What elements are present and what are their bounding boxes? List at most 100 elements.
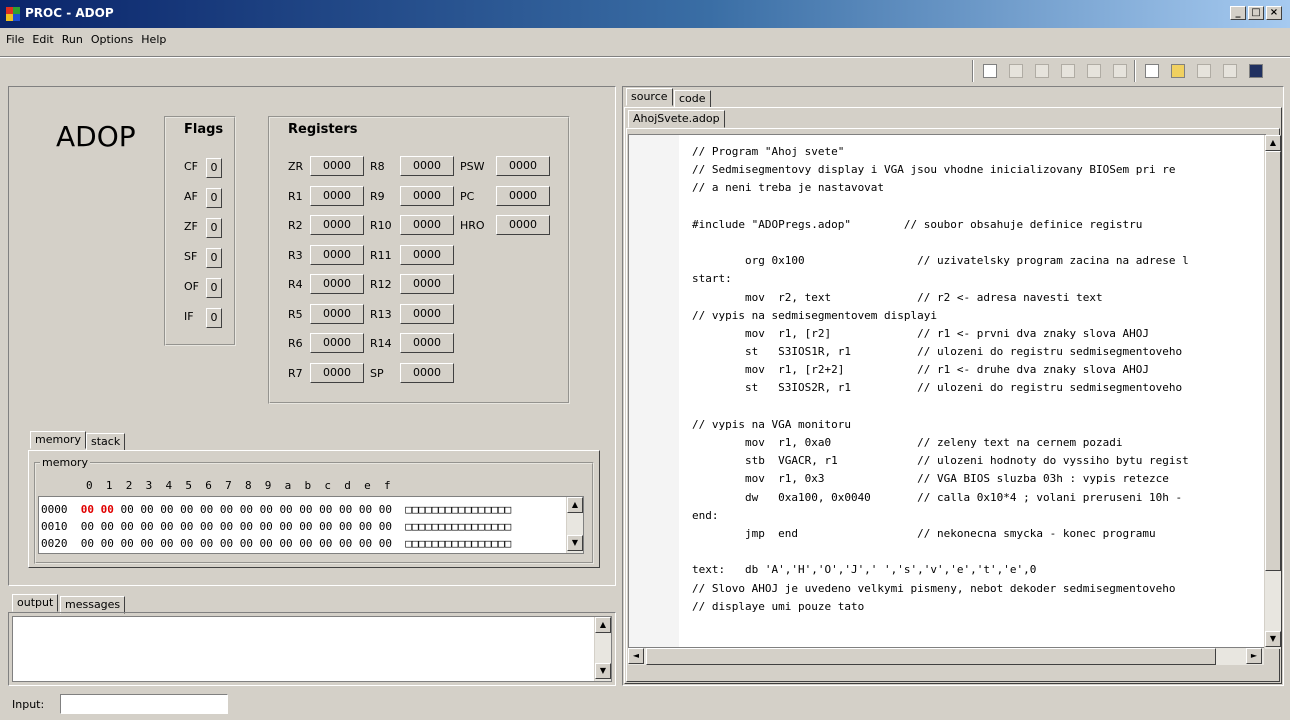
register-value-r7[interactable]: 0000 — [310, 362, 364, 383]
title-bar: PROC - ADOP _ □ × — [0, 0, 1290, 28]
source-line — [692, 398, 1189, 416]
output-area[interactable] — [12, 616, 612, 682]
save-disabled-icon[interactable] — [1192, 58, 1216, 84]
source-line: start: — [692, 272, 732, 286]
scroll-down-icon[interactable]: ▼ — [567, 535, 583, 551]
source-line: dw 0xa100, 0x0040 // calla 0x10*4 ; vola… — [692, 490, 1183, 504]
register-value-r14[interactable]: 0000 — [400, 333, 454, 353]
register-value-r2[interactable]: 0000 — [310, 215, 364, 235]
menu-file[interactable]: File — [6, 30, 24, 50]
menu-edit[interactable]: Edit — [32, 30, 53, 50]
tab-output[interactable]: output — [12, 594, 59, 612]
flag-value-of[interactable]: 0 — [206, 278, 222, 298]
source-line: mov r1, [r2+2] // r1 <- druhe dva znaky … — [692, 363, 1149, 377]
register-label: R10 — [370, 219, 392, 232]
step-icon[interactable] — [1004, 58, 1028, 84]
memory-address: 0010 — [41, 520, 68, 533]
memory-ascii: □□□□□□□□□□□□□□□□ — [405, 520, 512, 533]
flag-value-cf[interactable]: 0 — [206, 158, 222, 178]
flag-label: IF — [184, 310, 194, 323]
pause-icon[interactable] — [1056, 58, 1080, 84]
scroll-right-icon[interactable]: ► — [1246, 648, 1262, 664]
tab-source[interactable]: source — [626, 88, 673, 106]
new-file-icon[interactable] — [1140, 58, 1164, 84]
register-value-r6[interactable]: 0000 — [310, 333, 364, 353]
memory-scrollbar[interactable]: ▲ ▼ — [566, 497, 583, 553]
register-value-psw[interactable]: 0000 — [496, 156, 550, 176]
menu-options[interactable]: Options — [91, 30, 133, 50]
registers-title: Registers — [288, 122, 358, 137]
source-line: mov r1, 0x3 // VGA BIOS sluzba 03h : vyp… — [692, 472, 1169, 486]
register-label: R9 — [370, 189, 385, 203]
scroll-up-icon[interactable]: ▲ — [567, 497, 583, 513]
register-value-r11[interactable]: 0000 — [400, 244, 454, 265]
source-line: mov r2, text // r2 <- adresa navesti tex… — [692, 290, 1103, 304]
menu-run[interactable]: Run — [62, 30, 83, 50]
register-value-r13[interactable]: 0000 — [400, 303, 454, 324]
flags-group — [164, 116, 236, 346]
memory-group-title: memory — [40, 456, 90, 469]
source-line: stb VGACR, r1 // ulozeni hodnoty do vyss… — [692, 454, 1189, 468]
source-line — [692, 198, 1189, 216]
menu-help[interactable]: Help — [141, 30, 166, 50]
scroll-left-icon[interactable]: ◄ — [628, 648, 644, 664]
source-line — [692, 234, 1189, 252]
flag-label: AF — [184, 190, 198, 203]
register-value-hro[interactable]: 0000 — [496, 215, 550, 235]
register-value-r12[interactable]: 0000 — [400, 274, 454, 294]
register-value-r1[interactable]: 0000 — [310, 185, 364, 206]
run-icon[interactable] — [1030, 58, 1054, 84]
editor-hscrollbar[interactable]: ◄ ► — [628, 648, 1264, 665]
toolbar-separator — [972, 60, 974, 82]
source-line: // a neni treba je nastavovat — [692, 181, 885, 195]
register-label: R13 — [370, 307, 392, 321]
open-file-icon[interactable] — [978, 58, 1002, 84]
register-value-zr[interactable]: 0000 — [310, 156, 364, 176]
flag-value-af[interactable]: 0 — [206, 188, 222, 208]
input-field[interactable] — [60, 694, 228, 714]
flag-value-sf[interactable]: 0 — [206, 248, 222, 268]
register-value-r10[interactable]: 0000 — [400, 215, 454, 235]
register-value-r5[interactable]: 0000 — [310, 303, 364, 324]
load-icon[interactable] — [1166, 58, 1190, 84]
source-line: // displaye umi pouze tato — [692, 599, 865, 613]
minimize-button[interactable]: _ — [1230, 6, 1246, 20]
code-editor[interactable]: // Program "Ahoj svete" // Sedmisegmentov… — [628, 134, 1266, 648]
tab-memory[interactable]: memory — [30, 431, 86, 449]
maximize-button[interactable]: □ — [1248, 6, 1264, 20]
tab-stack[interactable]: stack — [86, 433, 126, 451]
register-value-r9[interactable]: 0000 — [400, 185, 454, 206]
flags-title: Flags — [184, 122, 224, 137]
reset-icon[interactable] — [1108, 58, 1132, 84]
hscroll-thumb[interactable] — [646, 648, 1216, 665]
register-value-r4[interactable]: 0000 — [310, 274, 364, 294]
source-line: st S3IOS2R, r1 // ulozeni do registru se… — [692, 381, 1183, 395]
scroll-down-icon[interactable]: ▼ — [1265, 631, 1281, 647]
register-value-r3[interactable]: 0000 — [310, 244, 364, 265]
register-value-pc[interactable]: 0000 — [496, 185, 550, 206]
output-scrollbar[interactable]: ▲ ▼ — [594, 617, 611, 681]
register-value-r8[interactable]: 0000 — [400, 156, 454, 176]
scroll-down-icon[interactable]: ▼ — [595, 663, 611, 679]
editor-vscrollbar[interactable]: ▲ ▼ — [1264, 135, 1281, 649]
save-icon[interactable] — [1244, 58, 1268, 84]
register-label: R14 — [370, 337, 392, 350]
flag-label: ZF — [184, 220, 198, 233]
app-label: ADOP — [56, 120, 136, 153]
flag-value-zf[interactable]: 0 — [206, 218, 222, 238]
scroll-thumb[interactable] — [1265, 151, 1281, 571]
tab-code[interactable]: code — [674, 90, 711, 108]
register-label: ZR — [288, 160, 304, 173]
stop-icon[interactable] — [1082, 58, 1106, 84]
save-all-disabled-icon[interactable] — [1218, 58, 1242, 84]
register-label: PSW — [460, 160, 485, 173]
close-button[interactable]: × — [1266, 6, 1282, 20]
flag-label: OF — [184, 280, 199, 293]
scroll-up-icon[interactable]: ▲ — [595, 617, 611, 633]
flag-value-if[interactable]: 0 — [206, 308, 222, 328]
file-tab[interactable]: AhojSvete.adop — [628, 110, 725, 128]
window-title: PROC - ADOP — [25, 6, 114, 20]
register-value-sp[interactable]: 0000 — [400, 362, 454, 383]
scroll-up-icon[interactable]: ▲ — [1265, 135, 1281, 151]
source-line: mov r1, 0xa0 // zeleny text na cernem po… — [692, 436, 1123, 449]
